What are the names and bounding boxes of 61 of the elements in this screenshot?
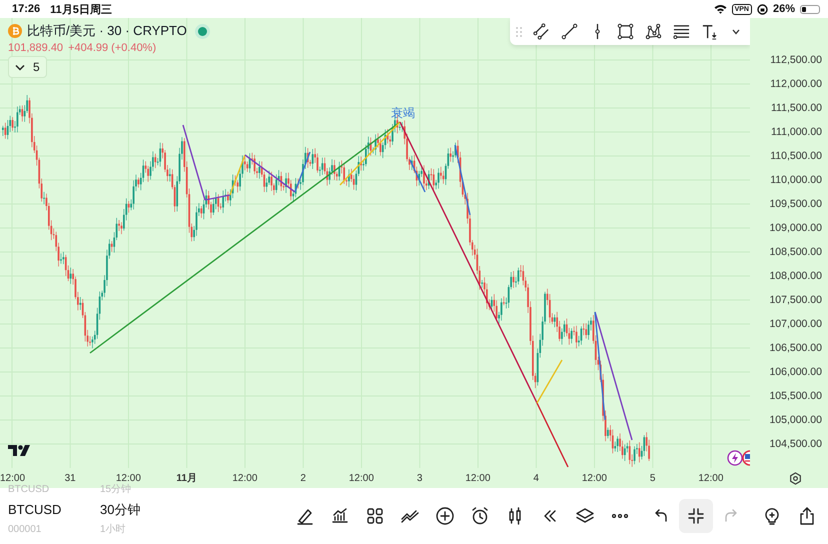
- price-change: +404.99 (+0.40%): [68, 42, 156, 54]
- time-axis-label: 3: [416, 472, 424, 484]
- price-value: 101,889.40: [8, 42, 64, 54]
- horizontal-levels-icon[interactable]: [673, 23, 690, 40]
- collapse-icon: [686, 506, 706, 526]
- time-axis-label: 12:00: [231, 472, 258, 484]
- time-axis-label: 12:00: [348, 472, 375, 484]
- price-axis-label: 107,500.00: [768, 293, 823, 308]
- price-axis-label: 105,500.00: [768, 389, 823, 404]
- interval-option[interactable]: 30分钟: [100, 498, 280, 522]
- price-axis-label: 108,000.00: [768, 269, 823, 284]
- text-tool-icon[interactable]: [701, 23, 718, 40]
- price-axis-label: 111,000.00: [770, 125, 823, 140]
- time-axis-label: 5: [648, 472, 656, 484]
- price-axis-label: 112,000.00: [769, 77, 823, 92]
- time-axis-label: 31: [64, 472, 77, 484]
- time-axis-label: 2: [299, 472, 307, 484]
- indicators-toggle[interactable]: 5: [8, 56, 47, 78]
- price-axis-label: 110,000.00: [769, 173, 823, 188]
- wifi-icon: [714, 4, 727, 14]
- time-axis-label: 12:00: [464, 472, 492, 484]
- drag-handle-icon[interactable]: [516, 26, 522, 38]
- price-axis-label: 110,500.00: [769, 149, 823, 164]
- date-text: 11月5日周三: [50, 2, 112, 16]
- grid-icon: [365, 506, 385, 526]
- time-axis-label: 11月: [175, 472, 198, 485]
- symbol-title[interactable]: 比特币/美元 · 30 · CRYPTO: [27, 22, 187, 40]
- time-axis-label: 12:00: [114, 472, 142, 484]
- trend-line-icon[interactable]: [561, 23, 578, 40]
- price-axis-label: 106,500.00: [768, 341, 823, 356]
- time-axis-label: 12:00: [697, 472, 724, 484]
- logo-icon: [8, 445, 32, 457]
- plus-icon: [435, 506, 455, 526]
- price-axis-label: 109,000.00: [768, 221, 823, 236]
- price-axis-label: 112,500.00: [769, 53, 823, 68]
- more-icon: [612, 514, 628, 518]
- price-axis-label: 108,500.00: [768, 245, 823, 260]
- time-axis-label: 4: [532, 472, 540, 484]
- rectangle-icon[interactable]: [617, 23, 634, 40]
- time-axis-label: 12:00: [0, 472, 26, 484]
- price-axis-label: 104,500.00: [768, 437, 823, 452]
- price-axis-label: 111,500.00: [770, 101, 823, 116]
- parallel-lines-icon[interactable]: [533, 23, 550, 40]
- battery-percent: 26%: [772, 3, 795, 15]
- annotation-label: 衰竭: [391, 105, 415, 122]
- caret-icon: [15, 64, 25, 70]
- alarm-clock-icon: [470, 506, 490, 526]
- price-axis-label: 106,000.00: [768, 365, 823, 380]
- clock-time: 17:26: [12, 3, 40, 15]
- settings-icon[interactable]: [789, 472, 802, 484]
- collapse-button[interactable]: [679, 499, 713, 533]
- symbol-option[interactable]: BTCUSD: [8, 498, 100, 522]
- time-axis-label: 12:00: [580, 472, 608, 484]
- pattern-icon[interactable]: [645, 23, 662, 40]
- battery-icon: [800, 4, 820, 14]
- rotation-lock-icon: [756, 4, 768, 14]
- price-axis-label: 109,500.00: [768, 197, 823, 212]
- coin-icon: [8, 24, 22, 38]
- price-axis-label: 105,000.00: [768, 413, 823, 428]
- price-axis-label: 107,000.00: [768, 317, 823, 332]
- chevron-down-icon[interactable]: [732, 28, 740, 34]
